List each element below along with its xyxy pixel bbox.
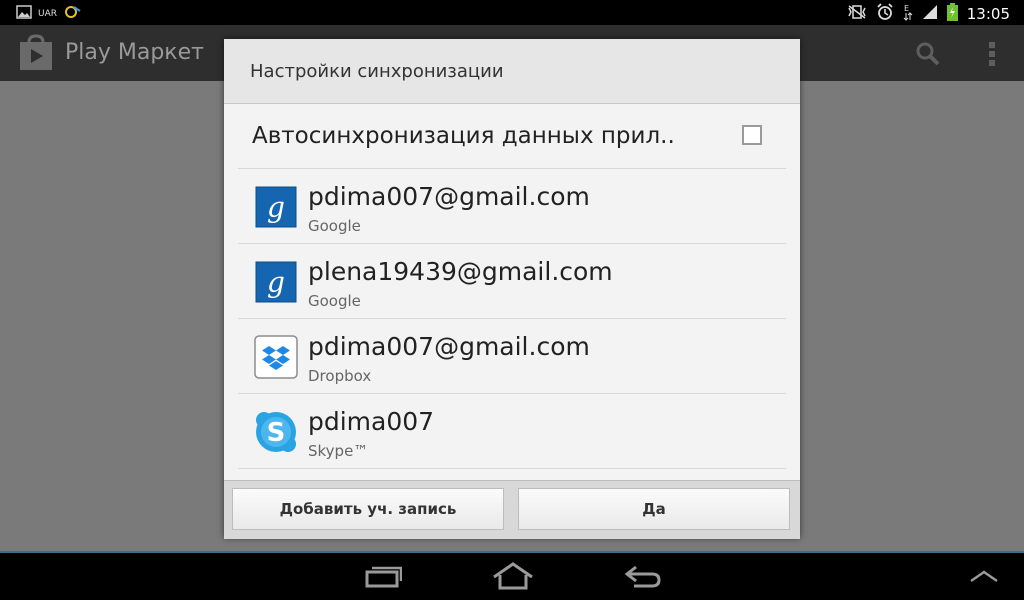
svg-text:S: S <box>267 418 286 448</box>
auto-sync-label: Автосинхронизация данных прил.. <box>252 123 675 149</box>
dialog-title: Настройки синхронизации <box>250 61 504 82</box>
svg-text:g: g <box>267 266 285 299</box>
google-icon: g <box>254 185 298 229</box>
overflow-menu-icon[interactable] <box>988 41 996 71</box>
muted-vibrate-icon <box>847 4 867 24</box>
account-row-dropbox[interactable]: pdima007@gmail.com Dropbox <box>224 319 800 393</box>
account-row-google-1[interactable]: g pdima007@gmail.com Google <box>224 169 800 243</box>
ok-button[interactable]: Да <box>518 488 790 530</box>
chevron-up-icon[interactable] <box>968 561 1000 595</box>
auto-sync-row[interactable]: Автосинхронизация данных прил.. <box>224 104 800 168</box>
alarm-icon <box>876 3 894 25</box>
dropbox-icon <box>254 335 298 379</box>
app-title: Play Маркет <box>65 40 204 65</box>
picture-icon <box>16 4 32 23</box>
home-icon[interactable] <box>490 561 536 595</box>
account-row-skype[interactable]: S pdima007 Skype™ <box>224 394 800 468</box>
operator-label: UAR <box>38 8 57 19</box>
account-name: pdima007@gmail.com <box>308 182 590 211</box>
battery-icon <box>946 3 958 25</box>
tv-icon <box>63 4 81 23</box>
status-bar: UAR E 13:05 <box>0 0 1024 25</box>
navigation-bar <box>0 553 1024 600</box>
back-icon[interactable] <box>622 561 664 595</box>
play-store-icon[interactable] <box>18 34 54 76</box>
account-name: pdima007@gmail.com <box>308 332 590 361</box>
account-row-google-2[interactable]: g plena19439@gmail.com Google <box>224 244 800 318</box>
account-name: plena19439@gmail.com <box>308 257 613 286</box>
search-icon[interactable] <box>915 41 941 71</box>
recent-apps-icon[interactable] <box>364 561 403 595</box>
account-type: Google <box>308 217 361 235</box>
add-account-button[interactable]: Добавить уч. запись <box>232 488 504 530</box>
svg-text:E: E <box>904 4 909 13</box>
signal-icon <box>922 4 938 24</box>
divider <box>238 468 786 469</box>
dialog-header: Настройки синхронизации <box>224 39 800 104</box>
account-type: Skype™ <box>308 442 369 460</box>
svg-text:g: g <box>267 191 285 224</box>
network-type-icon: E <box>903 3 913 25</box>
sync-settings-dialog: Настройки синхронизации Автосинхронизаци… <box>224 39 800 539</box>
account-name: pdima007 <box>308 407 435 436</box>
account-type: Dropbox <box>308 367 372 385</box>
auto-sync-checkbox[interactable] <box>742 125 762 145</box>
skype-icon: S <box>254 410 298 454</box>
account-type: Google <box>308 292 361 310</box>
google-icon: g <box>254 260 298 304</box>
clock: 13:05 <box>966 5 1010 23</box>
dialog-button-bar: Добавить уч. запись Да <box>224 480 800 539</box>
